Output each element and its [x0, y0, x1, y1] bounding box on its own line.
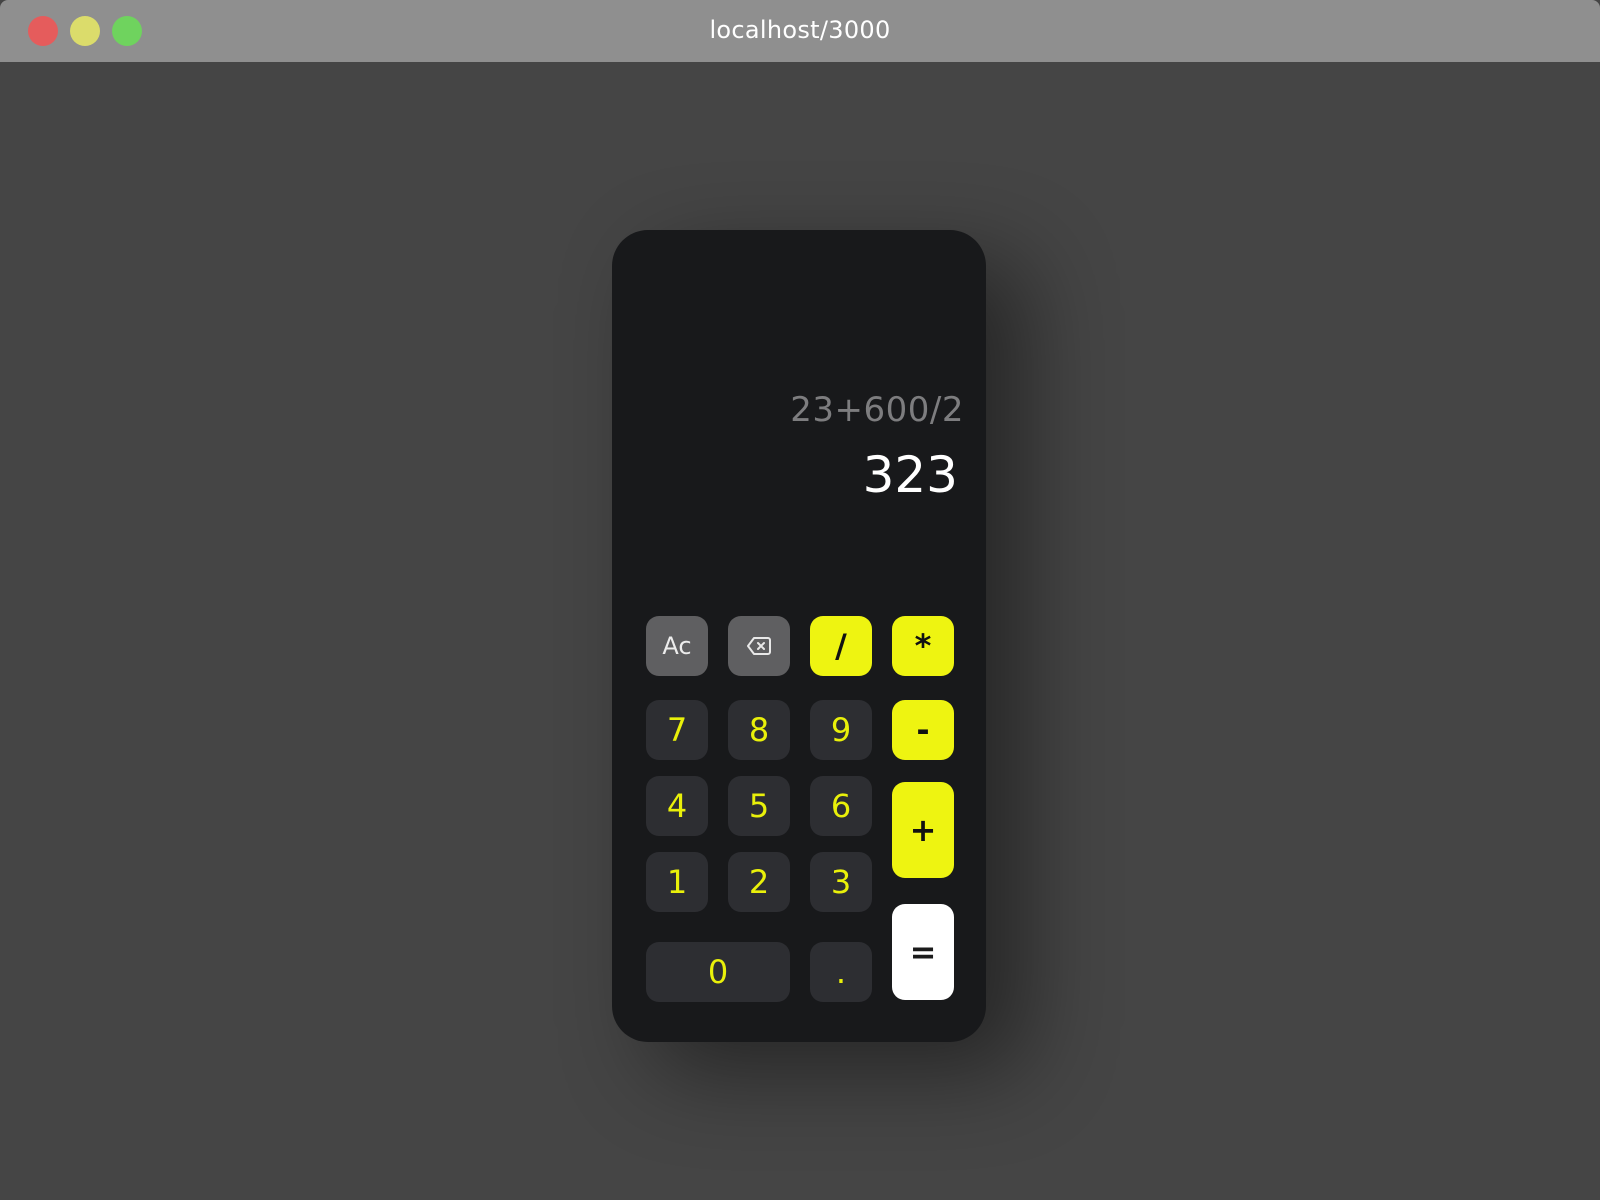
digit-8-button[interactable]: 8: [728, 700, 790, 760]
plus-button[interactable]: +: [892, 782, 954, 878]
result-display: 323: [862, 446, 958, 504]
expression-display: 23+600/2: [790, 390, 964, 430]
divide-button[interactable]: /: [810, 616, 872, 676]
backspace-icon: [747, 637, 771, 655]
digit-0-button[interactable]: 0: [646, 942, 790, 1002]
digit-1-button[interactable]: 1: [646, 852, 708, 912]
digit-2-button[interactable]: 2: [728, 852, 790, 912]
digit-6-button[interactable]: 6: [810, 776, 872, 836]
address-url: localhost/3000: [709, 16, 891, 44]
minus-button[interactable]: -: [892, 700, 954, 760]
browser-titlebar: localhost/3000: [0, 0, 1600, 62]
multiply-button[interactable]: *: [892, 616, 954, 676]
decimal-button[interactable]: .: [810, 942, 872, 1002]
calculator: 23+600/2 323 Ac / * 7 8 9 - 4 5 6 + 1 2 …: [612, 230, 986, 1042]
backspace-button[interactable]: [728, 616, 790, 676]
digit-3-button[interactable]: 3: [810, 852, 872, 912]
digit-4-button[interactable]: 4: [646, 776, 708, 836]
clear-button[interactable]: Ac: [646, 616, 708, 676]
equals-button[interactable]: =: [892, 904, 954, 1000]
digit-7-button[interactable]: 7: [646, 700, 708, 760]
digit-5-button[interactable]: 5: [728, 776, 790, 836]
digit-9-button[interactable]: 9: [810, 700, 872, 760]
